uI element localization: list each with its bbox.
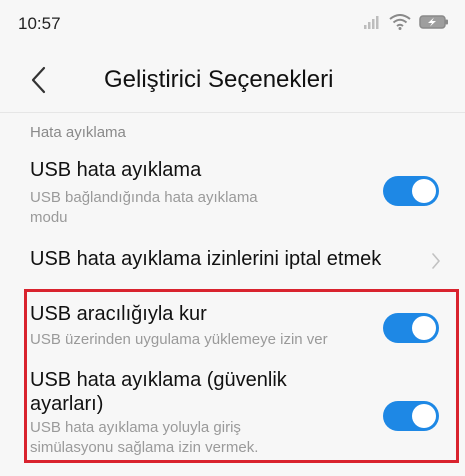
- install-via-usb-toggle[interactable]: [383, 313, 439, 343]
- chevron-right-icon: [432, 253, 440, 269]
- setting-subtitle-cont: simülasyonu sağlama izin vermek.: [30, 439, 259, 456]
- setting-revoke-usb-debugging[interactable]: USB hata ayıklama izinlerini iptal etmek: [0, 238, 465, 284]
- page-title: Geliştirici Seçenekleri: [104, 66, 334, 93]
- battery-charging-icon: [419, 15, 448, 29]
- section-label: Hata ayıklama: [30, 124, 126, 141]
- usb-debugging-security-toggle[interactable]: [383, 401, 439, 431]
- status-icons: [363, 14, 449, 30]
- wifi-icon: [389, 14, 411, 30]
- setting-install-via-usb[interactable]: USB aracılığıyla kur USB üzerinden uygul…: [0, 296, 465, 358]
- status-time: 10:57: [18, 14, 61, 33]
- setting-title: USB aracılığıyla kur: [30, 303, 207, 325]
- header-divider: [0, 112, 465, 113]
- toggle-knob: [412, 179, 436, 203]
- setting-title: USB hata ayıklama (güvenlik: [30, 369, 287, 391]
- setting-title: USB hata ayıklama: [30, 159, 202, 181]
- app-header: Geliştirici Seçenekleri: [0, 44, 465, 112]
- setting-subtitle-cont: modu: [30, 209, 68, 226]
- setting-subtitle: USB bağlandığında hata ayıklama: [30, 189, 258, 206]
- setting-title: USB hata ayıklama izinlerini iptal etmek: [30, 248, 382, 270]
- toggle-knob: [412, 316, 436, 340]
- status-bar: 10:57: [0, 0, 465, 44]
- toggle-knob: [412, 404, 436, 428]
- setting-usb-debugging[interactable]: USB hata ayıklama USB bağlandığında hata…: [0, 150, 465, 230]
- setting-title-cont: ayarları): [30, 393, 104, 415]
- back-arrow-icon[interactable]: [28, 66, 50, 94]
- usb-debugging-toggle[interactable]: [383, 176, 439, 206]
- setting-usb-debugging-security[interactable]: USB hata ayıklama (güvenlik ayarları) US…: [0, 366, 465, 460]
- setting-subtitle: USB üzerinden uygulama yüklemeye izin ve…: [30, 331, 328, 348]
- setting-subtitle: USB hata ayıklama yoluyla giriş: [30, 419, 241, 436]
- signal-icon: [364, 16, 379, 29]
